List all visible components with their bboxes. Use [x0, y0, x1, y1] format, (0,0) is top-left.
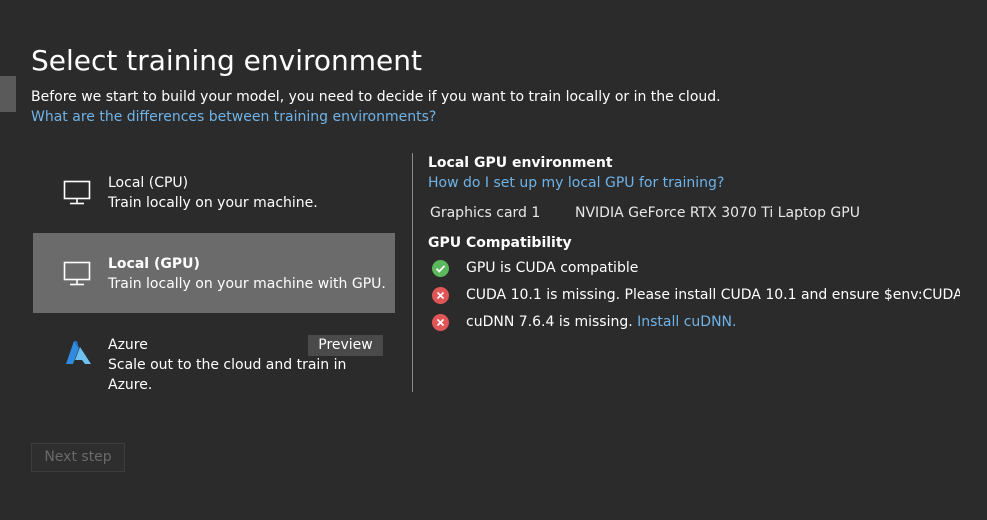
- left-edge-tab: [0, 76, 16, 112]
- gpu-setup-link[interactable]: How do I set up my local GPU for trainin…: [428, 172, 724, 194]
- next-step-button[interactable]: Next step: [31, 443, 125, 472]
- page-description: Before we start to build your model, you…: [31, 89, 721, 105]
- graphics-card-label: Graphics card 1: [430, 205, 541, 221]
- compat-check-row: cuDNN 7.6.4 is missing. Install cuDNN.: [432, 311, 960, 333]
- graphics-card-value: NVIDIA GeForce RTX 3070 Ti Laptop GPU: [575, 205, 860, 221]
- option-description: Train locally on your machine with GPU.: [108, 276, 386, 292]
- compat-check-text: cuDNN 7.6.4 is missing. Install cuDNN.: [466, 311, 736, 333]
- compat-check-row: CUDA 10.1 is missing. Please install CUD…: [432, 284, 960, 306]
- option-azure[interactable]: Azure Scale out to the cloud and train i…: [33, 314, 395, 394]
- error-icon: [432, 287, 449, 304]
- compat-check-text: CUDA 10.1 is missing. Please install CUD…: [466, 287, 960, 303]
- compatibility-heading: GPU Compatibility: [428, 235, 572, 251]
- error-icon: [432, 314, 449, 331]
- vertical-divider: [412, 153, 413, 392]
- compat-check-message: cuDNN 7.6.4 is missing.: [466, 314, 638, 330]
- compat-check-text: GPU is CUDA compatible: [466, 260, 639, 276]
- panel-heading: Local GPU environment: [428, 155, 613, 171]
- install-cudnn-link[interactable]: Install cuDNN.: [637, 314, 736, 330]
- monitor-icon: [63, 261, 91, 286]
- preview-badge: Preview: [308, 335, 383, 356]
- page-title: Select training environment: [31, 44, 422, 77]
- azure-icon: [66, 341, 91, 364]
- compat-check-row: GPU is CUDA compatible: [432, 257, 960, 279]
- option-description: Scale out to the cloud and train in Azur…: [108, 357, 347, 393]
- option-local-cpu[interactable]: Local (CPU) Train locally on your machin…: [33, 152, 395, 232]
- option-description: Train locally on your machine.: [108, 195, 318, 211]
- check-icon: [432, 260, 449, 277]
- environment-differences-link[interactable]: What are the differences between trainin…: [31, 107, 436, 127]
- monitor-icon: [63, 180, 91, 205]
- option-title: Local (GPU): [108, 256, 200, 272]
- option-title: Azure: [108, 337, 148, 353]
- option-title: Local (CPU): [108, 175, 189, 191]
- option-local-gpu[interactable]: Local (GPU) Train locally on your machin…: [33, 233, 395, 313]
